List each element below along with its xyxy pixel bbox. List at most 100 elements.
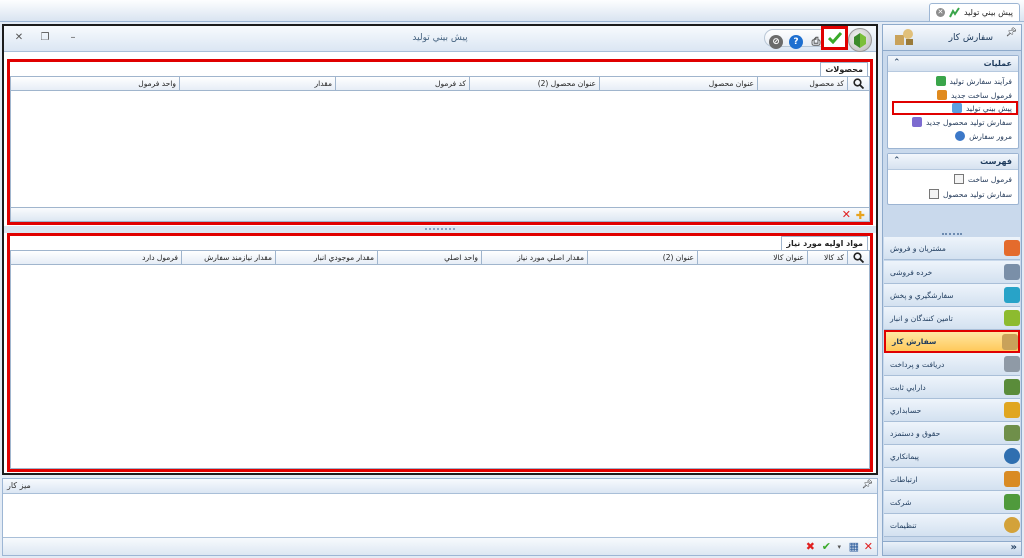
workdesk-toolbar: ✕ ▦ ▾ ✔ ✖ — [3, 537, 877, 555]
dropdown-arrow-icon[interactable]: ▾ — [837, 543, 841, 551]
module-customers-sales[interactable]: مشتريان و فروش — [884, 237, 1020, 260]
company-icon — [1004, 494, 1020, 510]
materials-panel: مواد اوليه مورد نياز كد كالا عنوان كالا … — [7, 233, 873, 472]
column-header[interactable]: مقدار — [179, 77, 335, 90]
module-retail[interactable]: خرده فروشی — [884, 261, 1020, 284]
workdesk-close-icon[interactable]: ✕ — [864, 540, 873, 553]
column-header[interactable]: مقدار موجودي انبار — [275, 251, 377, 264]
module-label: تامين كنندگان و انبار — [890, 313, 953, 323]
app-logo-icon — [848, 28, 872, 52]
suppliers-warehouse-icon — [1004, 310, 1020, 326]
module-work-order[interactable]: سفارش كار — [884, 330, 1020, 353]
module-communications[interactable]: ارتباطات — [884, 468, 1020, 491]
production-forecast-tab-icon — [949, 7, 960, 18]
list-group: فهرست ⌃ فرمول ساخت سفارش توليد محصول — [887, 153, 1019, 205]
module-distribution[interactable]: سفارشگيري و پخش — [884, 284, 1020, 307]
operations-group: عمليات ⌃ فرآيند سفارش توليد فرمول ساخت ج… — [887, 55, 1019, 149]
materials-grid-header: كد كالا عنوان كالا عنوان (2) مقدار اصلي … — [10, 250, 870, 265]
module-label: دريافت و پرداخت — [890, 359, 945, 369]
module-label: حسابداري — [890, 405, 922, 415]
forecast-icon — [952, 103, 962, 113]
module-label: مشتريان و فروش — [890, 243, 946, 253]
column-header[interactable]: كد محصول — [757, 77, 847, 90]
list-group-header[interactable]: فهرست ⌃ — [888, 154, 1018, 170]
nav-link-label: سفارش توليد محصول — [942, 189, 1012, 199]
module-contracting[interactable]: پيمانكاري — [884, 445, 1020, 468]
module-label: پيمانكاري — [890, 451, 919, 461]
production-process-icon — [935, 76, 946, 86]
new-formula-icon — [937, 90, 947, 100]
workdesk-cancel-icon[interactable]: ✖ — [806, 540, 815, 553]
nav-link-production-forecast[interactable]: پيش بيني توليد — [952, 102, 1012, 114]
nav-link-label: پيش بيني توليد — [966, 103, 1012, 113]
column-header[interactable]: عنوان (2) — [587, 251, 697, 264]
module-payroll[interactable]: حقوق و دستمزد — [884, 422, 1020, 445]
module-label: تنظيمات — [890, 520, 917, 530]
about-icon[interactable]: ⊘ — [769, 35, 783, 49]
add-row-icon[interactable]: ✚ — [856, 209, 865, 222]
help-icon[interactable]: ? — [789, 35, 803, 49]
materials-grid-body[interactable] — [10, 265, 870, 469]
workdesk-title: ميز كار — [7, 481, 31, 490]
module-fixed-assets[interactable]: دارايي ثابت — [884, 376, 1020, 399]
column-header[interactable]: عنوان محصول — [599, 77, 757, 90]
nav-link-label: سفارش توليد محصول جديد — [925, 117, 1012, 127]
distribution-icon — [1004, 287, 1020, 303]
nav-pane-header: سفارش كار 📌︎ — [883, 25, 1021, 51]
collapse-chevron-icon[interactable]: ⌃ — [893, 156, 901, 166]
delete-row-icon[interactable]: ✕ — [842, 208, 851, 221]
module-suppliers-warehouse[interactable]: تامين كنندگان و انبار — [884, 307, 1020, 330]
operations-group-title: عمليات — [983, 59, 1012, 68]
grid-search-button[interactable] — [847, 77, 869, 90]
tab-label: پيش بيني توليد — [963, 8, 1013, 17]
module-accounting[interactable]: حسابداري — [884, 399, 1020, 422]
save-button[interactable] — [821, 26, 848, 50]
column-header[interactable]: مقدار اصلي مورد نياز — [481, 251, 587, 264]
products-grid-body[interactable] — [10, 91, 870, 207]
column-header[interactable]: عنوان كالا — [697, 251, 807, 264]
module-settings[interactable]: تنظيمات — [884, 514, 1020, 537]
module-label: سفارشگيري و پخش — [890, 290, 954, 300]
nav-pane-title: سفارش كار — [948, 33, 993, 43]
nav-link-product-order-list[interactable]: سفارش توليد محصول — [928, 188, 1012, 200]
search-icon — [853, 252, 864, 263]
workdesk-grid-icon[interactable]: ▦ — [849, 540, 859, 553]
column-header[interactable]: كد كالا — [807, 251, 847, 264]
panel-splitter[interactable] — [4, 226, 876, 233]
pin-icon[interactable]: 📌︎ — [1006, 28, 1017, 38]
module-receipts-payments[interactable]: دريافت و پرداخت — [884, 353, 1020, 376]
column-header[interactable]: مقدار نيازمند سفارش — [181, 251, 275, 264]
accounting-icon — [1004, 402, 1020, 418]
tab-close-icon[interactable]: ✕ — [935, 8, 945, 17]
checkmark-icon — [827, 32, 842, 44]
nav-pane-footer: » — [883, 541, 1021, 555]
workdesk-header: ميز كار 📌︎ — [3, 479, 877, 494]
module-label: خرده فروشی — [890, 267, 933, 277]
document-tab[interactable]: پيش بيني توليد ✕ — [928, 3, 1020, 21]
contracting-icon — [1004, 448, 1020, 464]
pin-icon[interactable]: 📌︎ — [862, 480, 873, 490]
list-icon — [953, 174, 964, 184]
work-order-icon — [1002, 333, 1018, 350]
workdesk-confirm-icon[interactable]: ✔ — [822, 540, 831, 553]
column-header[interactable]: كد فرمول — [335, 77, 469, 90]
module-label: دارايي ثابت — [890, 382, 926, 392]
grid-search-button[interactable] — [847, 251, 869, 264]
column-header[interactable]: واحد فرمول — [11, 77, 179, 90]
column-header[interactable]: فرمول دارد — [11, 251, 181, 264]
module-company[interactable]: شركت — [884, 491, 1020, 514]
nav-link-label: فرآيند سفارش توليد — [949, 76, 1012, 86]
collapse-chevron-icon[interactable]: ⌃ — [893, 58, 901, 68]
module-label: حقوق و دستمزد — [890, 428, 941, 438]
column-header[interactable]: واحد اصلي — [377, 251, 481, 264]
window-title: پيش بيني توليد — [412, 33, 468, 43]
operations-group-header[interactable]: عمليات ⌃ — [888, 56, 1018, 72]
payroll-icon — [1004, 425, 1020, 441]
expand-chevron-icon[interactable]: » — [1011, 542, 1017, 553]
column-header[interactable]: عنوان محصول (2) — [469, 77, 599, 90]
nav-link-production-order-process[interactable]: فرآيند سفارش توليد — [935, 75, 1012, 87]
nav-link-new-formula[interactable]: فرمول ساخت جديد — [937, 89, 1012, 101]
nav-link-new-product-order[interactable]: سفارش توليد محصول جديد — [911, 116, 1012, 128]
nav-link-order-review[interactable]: مرور سفارش — [955, 130, 1012, 142]
nav-link-formula-list[interactable]: فرمول ساخت — [953, 173, 1012, 185]
